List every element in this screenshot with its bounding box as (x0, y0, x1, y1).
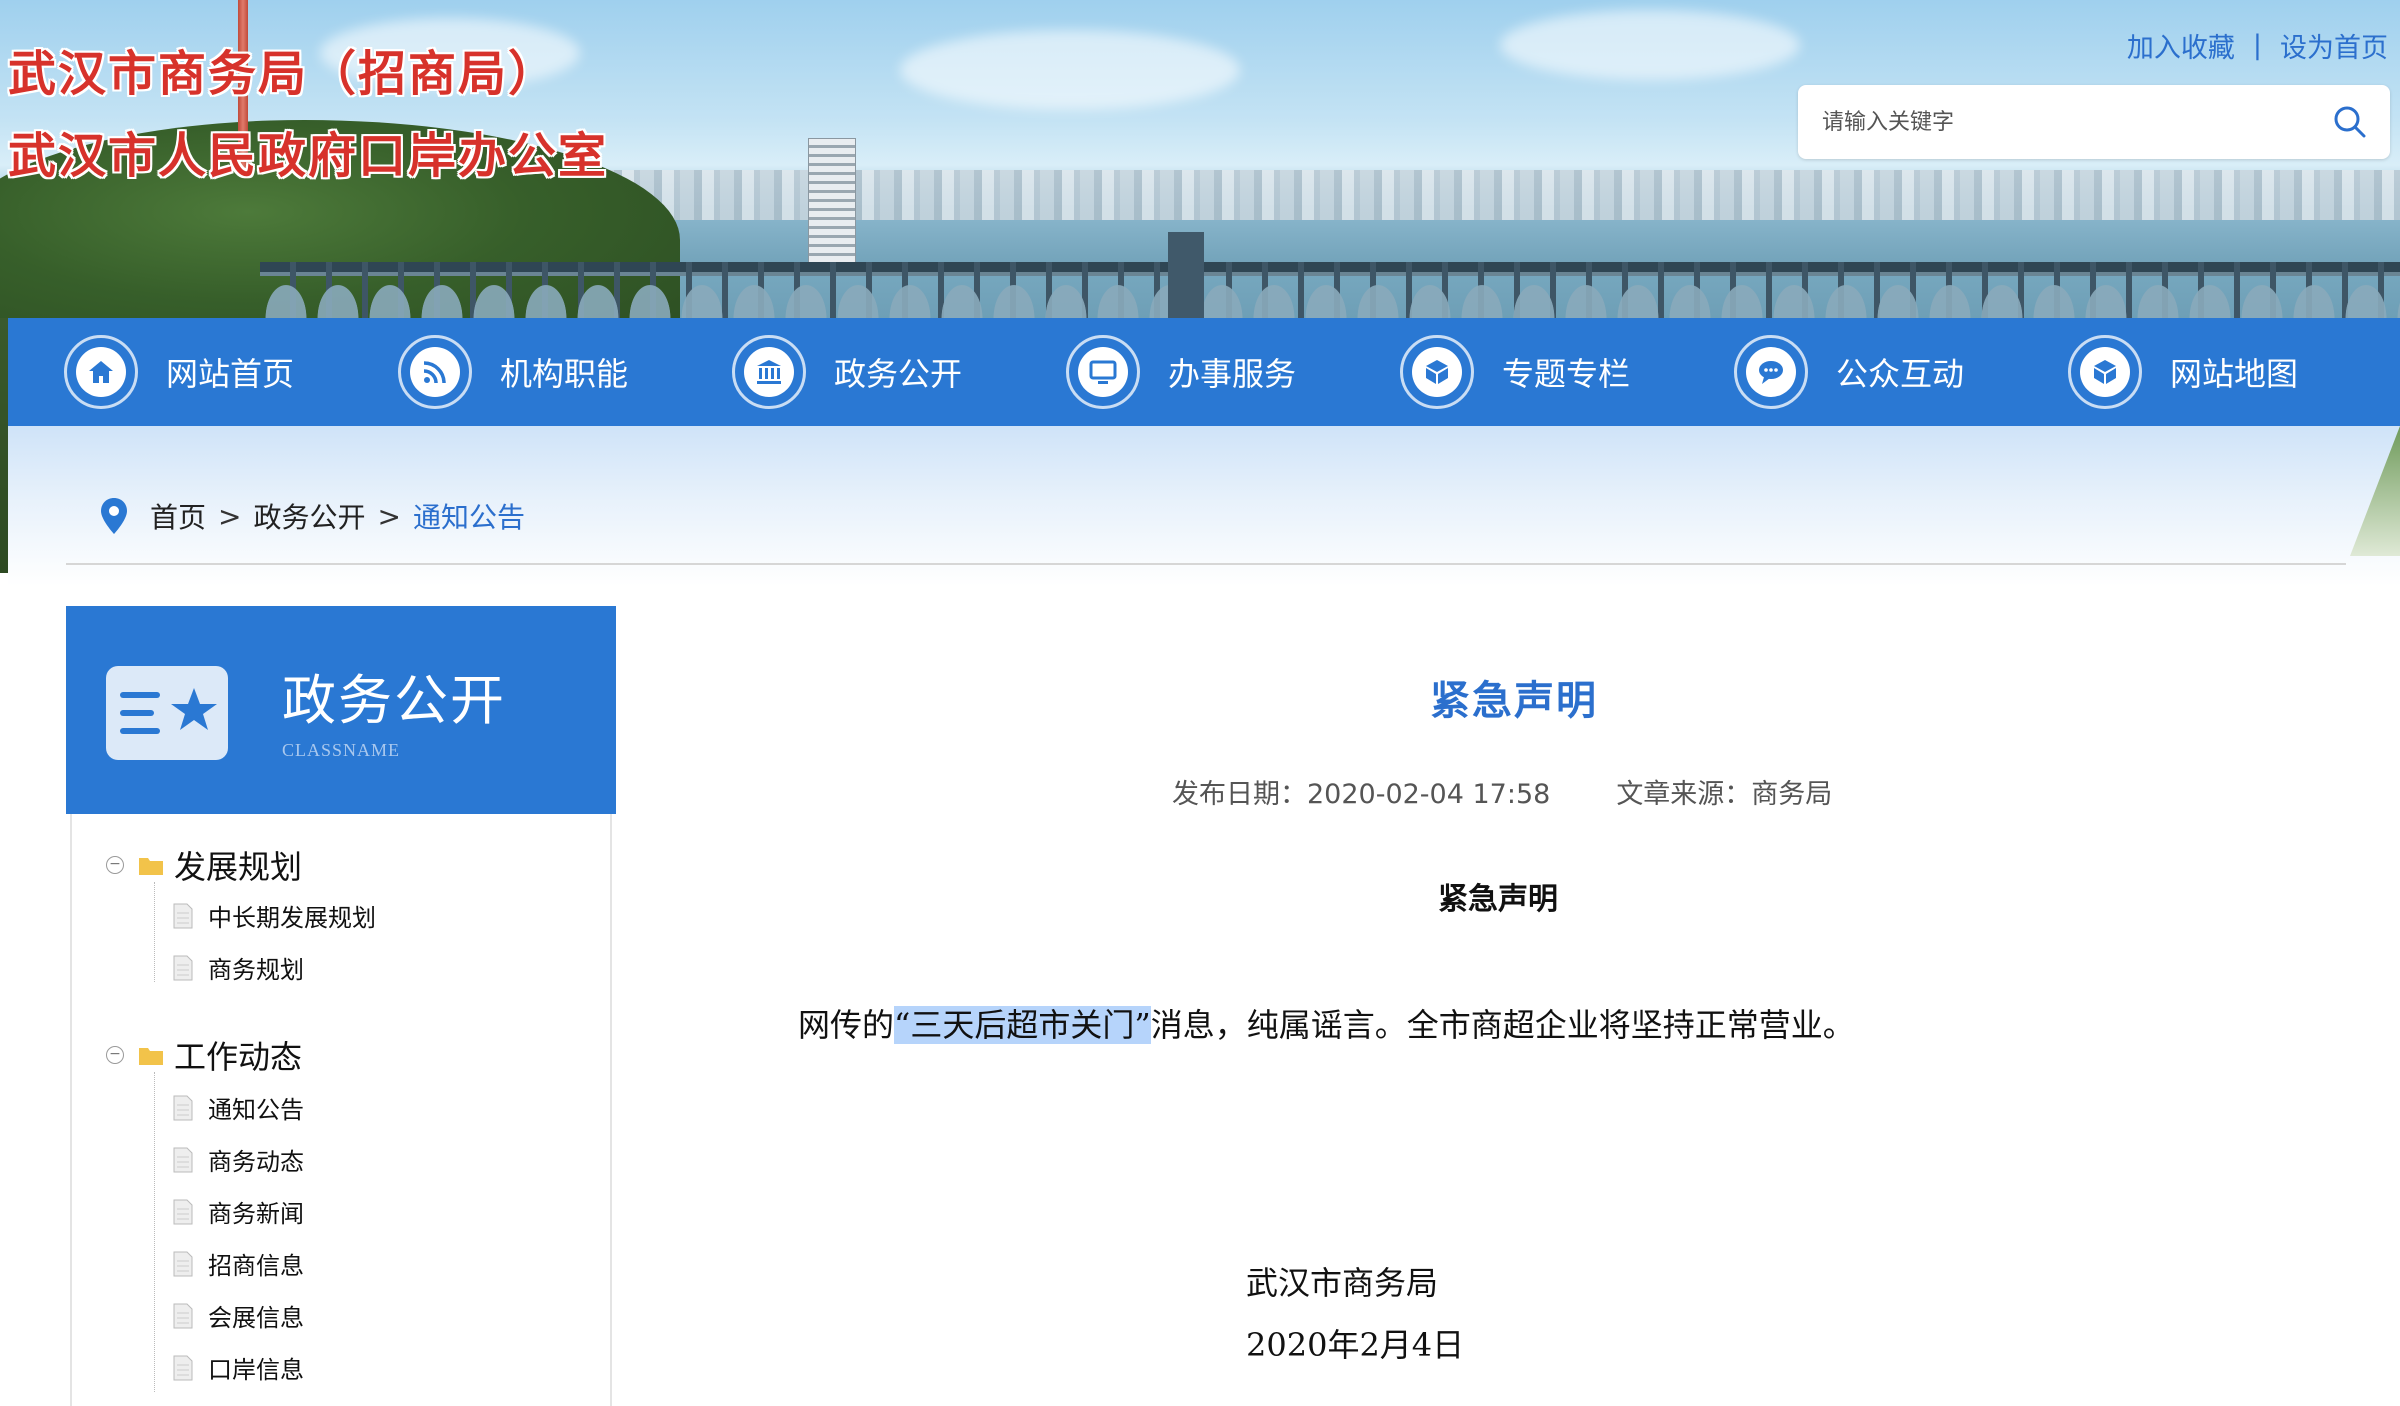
nav-item-special-topics[interactable]: 专题专栏 (1344, 318, 1678, 426)
tree-item-label: 招商信息 (208, 1252, 304, 1280)
article-sign-date: 2020年2月4日 (1246, 1326, 1465, 1364)
bank-icon (757, 360, 781, 384)
tree-line (154, 882, 155, 982)
breadcrumb: 首页 > 政务公开 > 通知公告 (98, 494, 525, 538)
banner-city-skyline (600, 170, 2400, 220)
article-signature: 武汉市商务局 (1246, 1264, 1439, 1302)
article-body: 网传的“三天后超市关门”消息，纯属谣言。全市商超企业将坚持正常营业。 (798, 1000, 1855, 1046)
sidebar-subtitle: CLASSNAME (282, 740, 401, 760)
nav-item-label: 机构职能 (500, 355, 629, 393)
tree-item-label: 商务新闻 (208, 1200, 304, 1228)
article-source: 文章来源：商务局 (1616, 779, 1833, 810)
tree-item-label: 会展信息 (208, 1304, 304, 1332)
article-body-text: 网传的 (798, 1006, 895, 1044)
cube-icon (1426, 360, 1448, 384)
article-meta: 发布日期：2020-02-04 17:58 文章来源：商务局 (1172, 772, 1832, 811)
info-card-icon (106, 666, 228, 760)
document-icon (173, 903, 193, 928)
sidebar-header: 政务公开 CLASSNAME (66, 606, 616, 814)
content-divider (66, 563, 2346, 565)
article-heading: 紧急声明 (1438, 882, 1558, 917)
add-favorite-link[interactable]: 加入收藏 (2127, 26, 2235, 65)
location-pin-icon (101, 498, 127, 534)
document-icon (173, 1251, 193, 1276)
nav-item-label: 政务公开 (834, 355, 963, 393)
sidebar-title: 政务公开 (282, 669, 506, 732)
article-title: 紧急声明 (1430, 678, 1598, 724)
site-title-line1: 武汉市商务局（招商局） (8, 46, 559, 102)
tree-item-label: 商务规划 (208, 956, 304, 984)
collapse-icon[interactable]: − (106, 1046, 124, 1064)
tree-group-label: 发展规划 (174, 848, 303, 886)
selected-text: “三天后超市关门” (894, 1006, 1151, 1044)
tree-item[interactable]: 招商信息 (172, 1246, 304, 1281)
tree-item[interactable]: 中长期发展规划 (172, 898, 376, 933)
home-icon (89, 361, 113, 383)
article-body-text: 消息，纯属谣言。全市商超企业将坚持正常营业。 (1150, 1006, 1855, 1044)
collapse-icon[interactable]: − (106, 856, 124, 874)
folder-icon (139, 858, 163, 875)
document-icon (173, 955, 193, 980)
folder-icon (139, 1048, 163, 1065)
breadcrumb-home[interactable]: 首页 (150, 496, 206, 536)
search-box (1798, 85, 2390, 159)
banner-cloud (1500, 10, 1800, 80)
tree-group-work-updates[interactable]: − 工作动态 (106, 1032, 302, 1078)
top-links-separator: | (2252, 30, 2262, 61)
breadcrumb-separator: > (377, 499, 401, 533)
chat-icon (1759, 361, 1783, 384)
nav-item-label: 专题专栏 (1502, 355, 1631, 393)
main-nav: 网站首页 机构职能 政务公开 办事服务 专题专栏 公众互动 网站地图 (8, 318, 2400, 426)
document-icon (173, 1355, 193, 1380)
tree-item-label: 口岸信息 (208, 1356, 304, 1384)
article-publish-date: 发布日期：2020-02-04 17:58 (1172, 779, 1551, 810)
banner-bridge-arches (260, 276, 2400, 318)
tree-item[interactable]: 商务规划 (172, 950, 304, 985)
document-icon (173, 1147, 193, 1172)
tree-item[interactable]: 通知公告 (172, 1090, 304, 1125)
nav-item-home[interactable]: 网站首页 (8, 318, 342, 426)
tree-group-development-planning[interactable]: − 发展规划 (106, 842, 302, 888)
banner-cloud (900, 30, 1240, 110)
nav-item-label: 网站首页 (166, 355, 295, 393)
nav-item-interaction[interactable]: 公众互动 (1678, 318, 2012, 426)
nav-item-label: 网站地图 (2170, 355, 2299, 393)
sidebar-tree: − 发展规划 中长期发展规划 商务规划 − 工作动态 通知公告 商务动态 商务新… (70, 814, 612, 1406)
breadcrumb-section[interactable]: 政务公开 (253, 496, 365, 536)
tree-line (154, 1072, 155, 1392)
set-homepage-link[interactable]: 设为首页 (2280, 26, 2388, 65)
rss-icon (423, 361, 446, 384)
monitor-icon (1089, 360, 1117, 384)
tree-group-label: 工作动态 (174, 1038, 303, 1076)
tree-item-label: 商务动态 (208, 1148, 304, 1176)
banner-bridge-tower (1168, 232, 1204, 318)
document-icon (173, 1199, 193, 1224)
tree-item[interactable]: 商务动态 (172, 1142, 304, 1177)
nav-item-sitemap[interactable]: 网站地图 (2012, 318, 2346, 426)
header-banner: 武汉市商务局（招商局） 武汉市人民政府口岸办公室 加入收藏 | 设为首页 (0, 0, 2400, 318)
box-icon (2094, 360, 2116, 384)
nav-item-services[interactable]: 办事服务 (1010, 318, 1344, 426)
tree-item[interactable]: 口岸信息 (172, 1350, 304, 1385)
nav-item-label: 办事服务 (1168, 355, 1297, 393)
banner-left-edge (0, 318, 8, 573)
tree-item[interactable]: 会展信息 (172, 1298, 304, 1333)
nav-item-organization[interactable]: 机构职能 (342, 318, 676, 426)
tree-item[interactable]: 商务新闻 (172, 1194, 304, 1229)
search-input[interactable] (1822, 109, 2302, 135)
top-links: 加入收藏 | 设为首页 (2127, 26, 2388, 65)
breadcrumb-current[interactable]: 通知公告 (413, 496, 525, 536)
banner-building (808, 138, 856, 263)
tree-item-label: 中长期发展规划 (208, 904, 376, 932)
document-icon (173, 1303, 193, 1328)
nav-item-label: 公众互动 (1836, 355, 1965, 393)
document-icon (173, 1095, 193, 1120)
breadcrumb-separator: > (218, 499, 242, 533)
tree-item-label: 通知公告 (208, 1096, 304, 1124)
nav-item-gov-affairs[interactable]: 政务公开 (676, 318, 1010, 426)
site-title-line2: 武汉市人民政府口岸办公室 (8, 128, 609, 184)
search-icon[interactable] (2332, 104, 2368, 140)
